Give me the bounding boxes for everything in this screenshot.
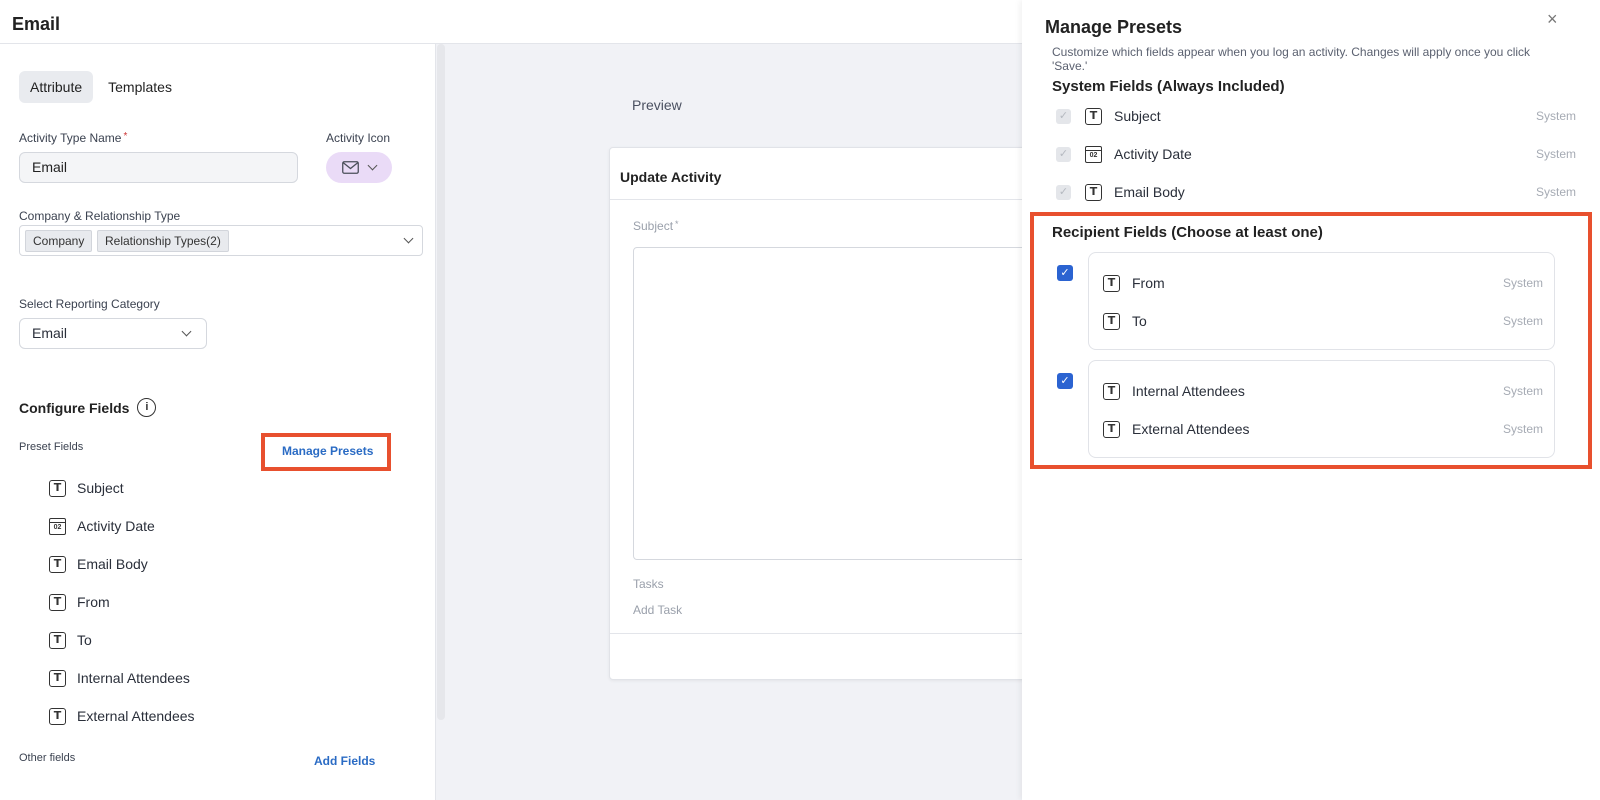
add-fields-link[interactable]: Add Fields xyxy=(314,754,375,768)
system-tag: System xyxy=(1502,422,1543,436)
preview-label: Preview xyxy=(632,97,682,113)
manage-presets-drawer: Manage Presets × Customize which fields … xyxy=(1022,0,1600,800)
text-field-icon: T xyxy=(49,555,66,573)
text-field-icon: T xyxy=(49,631,66,649)
close-icon[interactable]: × xyxy=(1547,9,1558,30)
text-field-icon: T xyxy=(1103,274,1120,292)
preview-add-task: Add Task xyxy=(633,603,683,617)
preset-field-row: T From xyxy=(49,592,110,612)
company-relationship-label: Company & Relationship Type xyxy=(19,209,181,223)
text-field-icon: T xyxy=(49,479,66,497)
chevron-down-icon xyxy=(367,160,378,171)
preset-field-row: T Subject xyxy=(49,478,124,498)
company-chip: Company xyxy=(25,230,93,252)
system-tag: System xyxy=(1535,147,1576,161)
chevron-down-icon xyxy=(181,326,192,337)
system-tag: System xyxy=(1502,384,1543,398)
relationship-types-chip: Relationship Types(2) xyxy=(97,230,229,252)
system-field-row: ✓ T Subject System xyxy=(1056,106,1576,126)
preview-card-footer xyxy=(610,633,1028,634)
recipient-group-checkbox[interactable]: ✓ xyxy=(1057,373,1073,389)
system-field-row: ✓ 02 Activity Date System xyxy=(1056,144,1576,164)
drawer-title: Manage Presets xyxy=(1045,17,1183,37)
system-tag: System xyxy=(1502,314,1543,328)
reporting-category-value: Email xyxy=(32,325,68,341)
preview-tasks-label: Tasks xyxy=(633,577,664,591)
activity-type-name-label: Activity Type Name * xyxy=(19,131,128,145)
system-tag: System xyxy=(1535,109,1576,123)
system-field-row: ✓ T Email Body System xyxy=(1056,182,1576,202)
text-field-icon: T xyxy=(49,669,66,687)
recipient-field-row: T External Attendees System xyxy=(1103,419,1543,439)
text-field-icon: T xyxy=(1103,312,1120,330)
tab-templates[interactable]: Templates xyxy=(97,71,183,103)
activity-icon-picker[interactable] xyxy=(326,152,392,183)
recipient-field-row: T To System xyxy=(1103,311,1543,331)
page-title: Email xyxy=(12,14,61,34)
recipient-fields-heading: Recipient Fields (Choose at least one) xyxy=(1052,224,1323,241)
preset-fields-label: Preset Fields xyxy=(19,441,84,453)
system-tag: System xyxy=(1535,185,1576,199)
preview-card-title: Update Activity xyxy=(620,169,722,185)
preset-field-row: T Email Body xyxy=(49,554,148,574)
chevron-down-icon xyxy=(403,233,414,244)
reporting-category-select[interactable]: Email xyxy=(19,318,207,349)
calendar-icon: 02 xyxy=(1085,145,1102,163)
recipient-field-row: T Internal Attendees System xyxy=(1103,381,1543,401)
company-relationship-select[interactable]: Company Relationship Types(2) xyxy=(19,225,423,256)
text-field-icon: T xyxy=(1085,107,1102,125)
recipient-group-box: T From System T To System xyxy=(1088,252,1555,350)
info-icon[interactable]: i xyxy=(137,398,157,417)
system-tag: System xyxy=(1502,276,1543,290)
preset-field-row: T To xyxy=(49,630,92,650)
preset-field-row: T External Attendees xyxy=(49,706,195,726)
drawer-description: Customize which fields appear when you l… xyxy=(1052,45,1531,73)
left-panel-scrollbar[interactable] xyxy=(437,44,445,720)
disabled-checkbox: ✓ xyxy=(1056,146,1071,162)
calendar-icon: 02 xyxy=(49,517,66,535)
text-field-icon: T xyxy=(1085,183,1102,201)
tab-bar: Attribute Templates xyxy=(19,71,183,103)
text-field-icon: T xyxy=(1103,420,1120,438)
text-field-icon: T xyxy=(1103,382,1120,400)
disabled-checkbox: ✓ xyxy=(1056,184,1071,200)
recipient-group-checkbox[interactable]: ✓ xyxy=(1057,265,1073,281)
disabled-checkbox: ✓ xyxy=(1056,108,1071,124)
preset-field-row: T Internal Attendees xyxy=(49,668,190,688)
preview-card: Update Activity Subject * Tasks Add Task xyxy=(609,147,1033,680)
text-field-icon: T xyxy=(49,593,66,611)
activity-type-name-input[interactable]: Email xyxy=(19,152,298,183)
tab-attribute[interactable]: Attribute xyxy=(19,71,94,103)
preview-subject-label: Subject * xyxy=(633,219,679,233)
manage-presets-link[interactable]: Manage Presets xyxy=(282,444,373,458)
preview-subject-textarea xyxy=(633,247,1033,560)
envelope-icon xyxy=(342,161,359,174)
preset-field-row: 02 Activity Date xyxy=(49,516,155,536)
system-fields-heading: System Fields (Always Included) xyxy=(1052,78,1285,95)
preview-card-header: Update Activity xyxy=(610,148,1028,200)
recipient-group-box: T Internal Attendees System T External A… xyxy=(1088,360,1555,458)
text-field-icon: T xyxy=(49,707,66,725)
recipient-field-row: T From System xyxy=(1103,273,1543,293)
activity-icon-label: Activity Icon xyxy=(326,131,391,145)
other-fields-label: Other fields xyxy=(19,752,76,764)
configure-fields-heading: Configure Fields i xyxy=(19,398,157,417)
reporting-category-label: Select Reporting Category xyxy=(19,297,160,311)
config-panel: Attribute Templates Activity Type Name * … xyxy=(0,44,436,800)
